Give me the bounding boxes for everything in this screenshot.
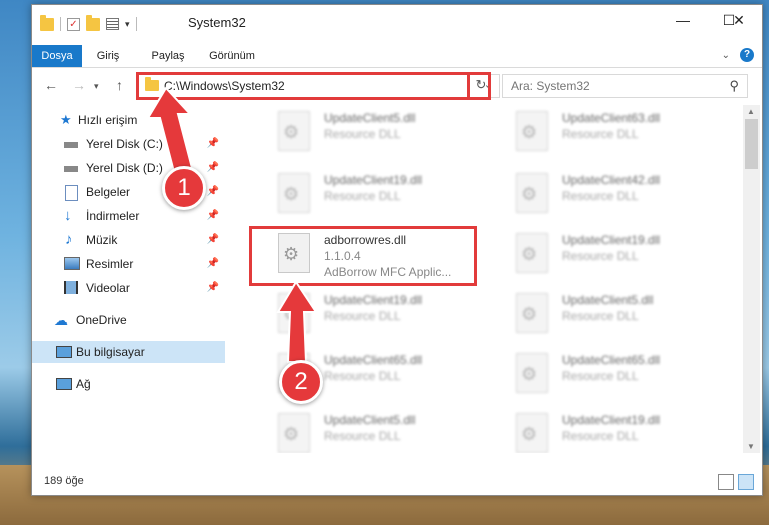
annotation-arrows — [146, 86, 318, 363]
arrow-1 — [146, 86, 194, 174]
step-badge-1: 1 — [162, 166, 206, 210]
step-badge-2: 2 — [279, 360, 323, 404]
arrow-2 — [276, 280, 318, 363]
